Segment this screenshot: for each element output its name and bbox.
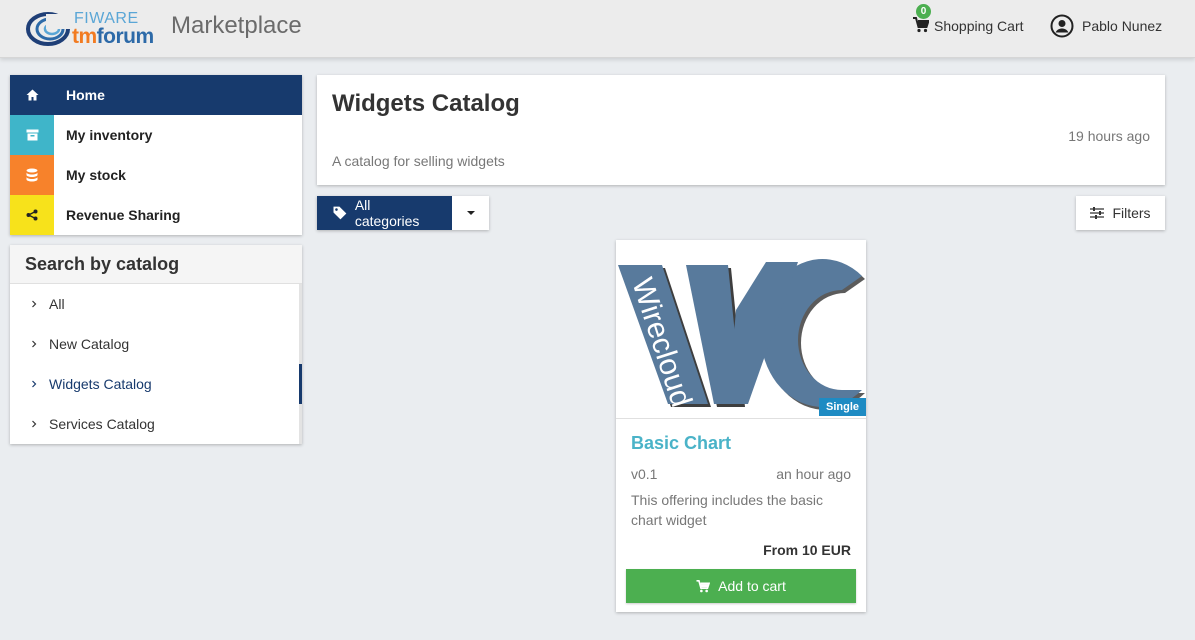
catalog-item-label: Services Catalog — [49, 416, 155, 432]
catalog-item-label: New Catalog — [49, 336, 130, 352]
category-dropdown-toggle[interactable] — [452, 196, 489, 230]
fiware-tmforum-logo[interactable]: FIWARE tmforum — [26, 6, 166, 48]
catalog-description: A catalog for selling widgets — [332, 153, 505, 169]
sidebar-item-my-stock[interactable]: My stock — [10, 155, 302, 195]
license-badge: Single — [818, 398, 866, 416]
catalog-panel-title: Search by catalog — [10, 245, 302, 284]
nav-icon-box — [10, 75, 54, 115]
logo-swirl-icon — [26, 12, 76, 46]
catalog-item-widgets-catalog[interactable]: Widgets Catalog — [10, 364, 302, 404]
cart-icon — [913, 17, 929, 33]
offering-description: This offering includes the basic chart w… — [631, 492, 823, 528]
sidebar-nav: Home My inventory My stock Revenue Shari… — [10, 75, 302, 235]
nav-icon-box — [10, 115, 54, 155]
user-menu[interactable]: Pablo Nunez — [1050, 12, 1162, 40]
shopping-cart-link[interactable]: 0 Shopping Cart — [913, 4, 1024, 38]
all-categories-button[interactable]: All categories — [317, 196, 452, 230]
logo-tmforum-text: tmforum — [72, 25, 154, 49]
add-to-cart-button[interactable]: Add to cart — [626, 569, 856, 603]
sidebar-item-label: Home — [66, 87, 105, 103]
all-categories-label: All categories — [354, 197, 420, 229]
shopping-cart-label: Shopping Cart — [934, 18, 1024, 34]
chevron-right-icon — [32, 380, 37, 388]
sidebar-item-revenue-sharing[interactable]: Revenue Sharing — [10, 195, 302, 235]
home-icon — [26, 89, 38, 101]
catalog-info-card: Widgets Catalog 19 hours ago A catalog f… — [317, 75, 1165, 185]
filters-label: Filters — [1112, 205, 1151, 221]
chevron-right-icon — [32, 340, 37, 348]
catalog-item-all[interactable]: All — [10, 284, 302, 324]
share-icon — [26, 209, 38, 221]
offering-time: an hour ago — [776, 466, 851, 482]
top-header: FIWARE tmforum Marketplace 0 Shopping Ca… — [0, 0, 1195, 58]
offering-card: Wirecloud Single Basic Chart v0.1 an hou… — [616, 240, 866, 612]
sliders-icon — [1090, 207, 1105, 219]
catalog-item-label: Widgets Catalog — [49, 376, 152, 392]
catalog-updated-time: 19 hours ago — [1068, 128, 1150, 144]
cart-icon — [696, 579, 711, 592]
logo-tm-text: tm — [72, 25, 97, 48]
offering-title[interactable]: Basic Chart — [631, 433, 731, 454]
catalog-title: Widgets Catalog — [332, 90, 520, 117]
logo-forum-text: forum — [96, 25, 155, 48]
wirecloud-logo-icon: Wirecloud — [618, 259, 865, 411]
user-circle-icon — [1050, 14, 1074, 38]
nav-icon-box — [10, 195, 54, 235]
sidebar-item-label: Revenue Sharing — [66, 207, 181, 223]
app-title: Marketplace — [171, 12, 302, 39]
sidebar-item-label: My stock — [66, 167, 126, 183]
sidebar-item-label: My inventory — [66, 127, 153, 143]
tag-icon — [333, 206, 347, 220]
cart-count-badge: 0 — [916, 4, 931, 19]
catalog-item-new-catalog[interactable]: New Catalog — [10, 324, 302, 364]
database-icon — [26, 168, 38, 182]
category-selector: All categories — [317, 196, 489, 230]
nav-icon-box — [10, 155, 54, 195]
offering-price: From 10 EUR — [763, 542, 851, 558]
catalog-item-label: All — [49, 296, 65, 312]
caret-down-icon — [466, 211, 475, 215]
catalog-item-services-catalog[interactable]: Services Catalog — [10, 404, 302, 444]
search-by-catalog-panel: Search by catalog All New Catalog Widget… — [10, 245, 302, 444]
filters-button[interactable]: Filters — [1076, 196, 1165, 230]
user-name: Pablo Nunez — [1082, 18, 1163, 34]
offering-version: v0.1 — [631, 466, 658, 482]
add-to-cart-label: Add to cart — [718, 578, 786, 594]
sidebar-item-my-inventory[interactable]: My inventory — [10, 115, 302, 155]
chevron-right-icon — [32, 300, 37, 308]
archive-icon — [26, 129, 38, 141]
sidebar-item-home[interactable]: Home — [10, 75, 302, 115]
offering-image[interactable]: Wirecloud Single — [616, 240, 866, 419]
chevron-right-icon — [32, 420, 37, 428]
catalog-list: All New Catalog Widgets Catalog Services… — [10, 284, 302, 444]
